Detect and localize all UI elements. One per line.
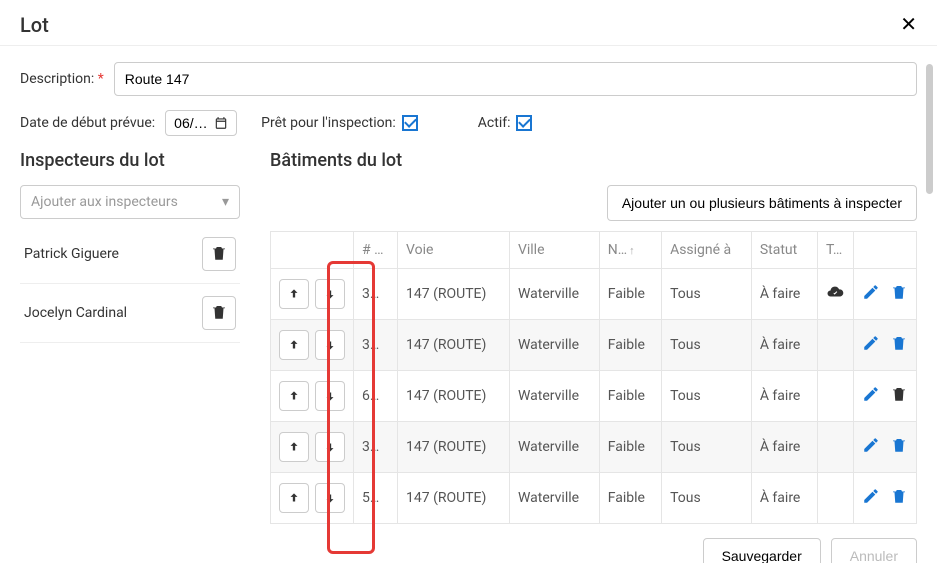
move-down-button[interactable] — [315, 330, 345, 360]
move-up-button[interactable] — [279, 279, 309, 309]
move-up-button[interactable] — [279, 483, 309, 513]
cell-statut: À faire — [751, 371, 817, 422]
inspector-name: Jocelyn Cardinal — [24, 305, 127, 321]
cell-assigne: Tous — [662, 320, 752, 371]
delete-button[interactable] — [890, 385, 908, 407]
move-down-button[interactable] — [315, 483, 345, 513]
col-statut[interactable]: Statut — [751, 232, 817, 269]
move-down-button[interactable] — [315, 432, 345, 462]
delete-button[interactable] — [890, 334, 908, 356]
move-down-button[interactable] — [315, 381, 345, 411]
cell-statut: À faire — [751, 473, 817, 524]
edit-button[interactable] — [862, 487, 880, 509]
delete-inspector-button[interactable] — [202, 296, 236, 330]
delete-inspector-button[interactable] — [202, 237, 236, 271]
inspector-row: Patrick Giguere — [20, 225, 240, 284]
cell-voie: 147 (ROUTE) — [398, 371, 510, 422]
description-label: Description: * — [20, 71, 104, 87]
description-input[interactable] — [114, 62, 917, 96]
col-niveau[interactable]: N…↑ — [599, 232, 661, 269]
move-down-button[interactable] — [315, 279, 345, 309]
col-assigne[interactable]: Assigné à — [662, 232, 752, 269]
cell-assigne: Tous — [662, 473, 752, 524]
table-row: 6…147 (ROUTE)WatervilleFaibleTousÀ faire — [271, 371, 917, 422]
cell-ville: Waterville — [509, 371, 599, 422]
table-row: 3…147 (ROUTE)WatervilleFaibleTousÀ faire — [271, 422, 917, 473]
cell-assigne: Tous — [662, 269, 752, 320]
cell-statut: À faire — [751, 422, 817, 473]
cell-civic: 3… — [354, 269, 398, 320]
move-up-button[interactable] — [279, 381, 309, 411]
close-button[interactable]: ✕ — [900, 12, 917, 37]
edit-button[interactable] — [862, 334, 880, 356]
cell-civic: 5… — [354, 473, 398, 524]
cell-civic: 3… — [354, 422, 398, 473]
delete-button[interactable] — [890, 436, 908, 458]
cloud-done-icon — [826, 289, 844, 305]
cell-ville: Waterville — [509, 269, 599, 320]
cell-cloud — [818, 473, 854, 524]
cell-statut: À faire — [751, 320, 817, 371]
cell-civic: 6… — [354, 371, 398, 422]
cell-civic: 3… — [354, 320, 398, 371]
cancel-button[interactable]: Annuler — [831, 538, 917, 563]
cell-voie: 147 (ROUTE) — [398, 422, 510, 473]
col-civic[interactable]: # … — [354, 232, 398, 269]
cell-niveau: Faible — [599, 320, 661, 371]
cell-voie: 147 (ROUTE) — [398, 269, 510, 320]
cell-assigne: Tous — [662, 422, 752, 473]
cell-assigne: Tous — [662, 371, 752, 422]
table-row: 3…147 (ROUTE)WatervilleFaibleTousÀ faire — [271, 320, 917, 371]
col-ville[interactable]: Ville — [509, 232, 599, 269]
cell-niveau: Faible — [599, 422, 661, 473]
chevron-down-icon: ▾ — [222, 194, 229, 210]
cell-niveau: Faible — [599, 371, 661, 422]
scrollbar[interactable] — [926, 64, 933, 194]
cell-ville: Waterville — [509, 422, 599, 473]
cell-statut: À faire — [751, 269, 817, 320]
active-checkbox[interactable] — [516, 115, 532, 131]
buildings-table: # … Voie Ville N…↑ Assigné à Statut T… 3… — [270, 231, 917, 524]
active-label: Actif: — [478, 115, 511, 131]
edit-button[interactable] — [862, 283, 880, 305]
ready-checkbox[interactable] — [402, 115, 418, 131]
date-input[interactable] — [165, 110, 237, 136]
cell-niveau: Faible — [599, 473, 661, 524]
move-up-button[interactable] — [279, 432, 309, 462]
cell-ville: Waterville — [509, 473, 599, 524]
inspector-name: Patrick Giguere — [24, 246, 119, 262]
cell-niveau: Faible — [599, 269, 661, 320]
edit-button[interactable] — [862, 385, 880, 407]
buildings-title: Bâtiments du lot — [270, 150, 917, 171]
modal-title: Lot — [20, 13, 49, 37]
move-up-button[interactable] — [279, 330, 309, 360]
delete-button[interactable] — [890, 487, 908, 509]
col-voie[interactable]: Voie — [398, 232, 510, 269]
cell-ville: Waterville — [509, 320, 599, 371]
ready-label: Prêt pour l'inspection: — [261, 115, 396, 131]
cell-cloud — [818, 371, 854, 422]
cell-cloud — [818, 422, 854, 473]
inspector-row: Jocelyn Cardinal — [20, 284, 240, 343]
delete-button[interactable] — [890, 283, 908, 305]
col-t[interactable]: T… — [818, 232, 854, 269]
cell-voie: 147 (ROUTE) — [398, 473, 510, 524]
date-label: Date de début prévue: — [20, 115, 155, 131]
inspectors-title: Inspecteurs du lot — [20, 150, 240, 171]
add-building-button[interactable]: Ajouter un ou plusieurs bâtiments à insp… — [607, 185, 917, 221]
add-inspector-dropdown[interactable]: Ajouter aux inspecteurs ▾ — [20, 185, 240, 219]
table-row: 5…147 (ROUTE)WatervilleFaibleTousÀ faire — [271, 473, 917, 524]
cell-cloud — [818, 269, 854, 320]
save-button[interactable]: Sauvegarder — [703, 538, 821, 563]
table-row: 3…147 (ROUTE)WatervilleFaibleTousÀ faire — [271, 269, 917, 320]
calendar-icon — [214, 116, 228, 130]
cell-cloud — [818, 320, 854, 371]
edit-button[interactable] — [862, 436, 880, 458]
cell-voie: 147 (ROUTE) — [398, 320, 510, 371]
